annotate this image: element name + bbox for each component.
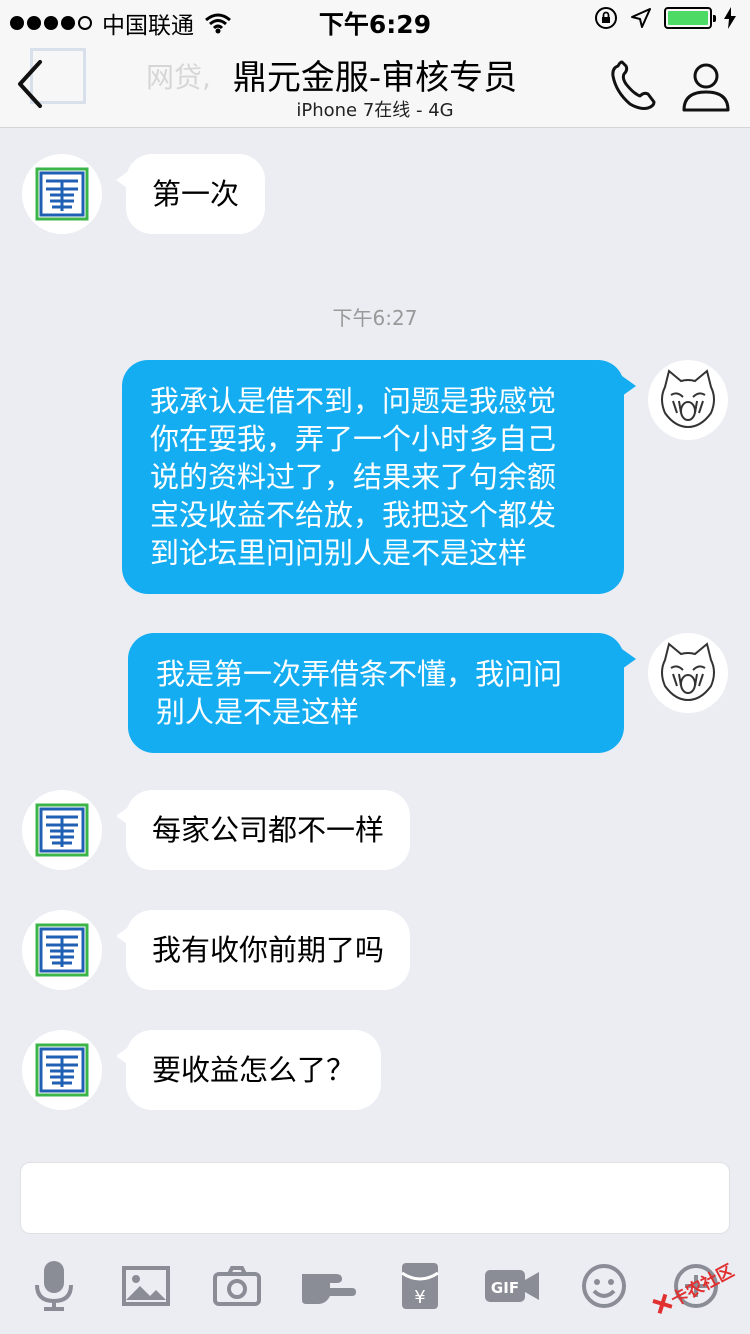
- message-line: 说的资料过了，结果来了句余额: [150, 460, 557, 494]
- contact-avatar[interactable]: [22, 910, 102, 990]
- company-logo-icon: [35, 923, 89, 977]
- message-bubble-outgoing[interactable]: 我是第一次弄借条不懂，我问问 别人是不是这样: [128, 633, 636, 753]
- message-line: 我是第一次弄借条不懂，我问问: [156, 657, 563, 691]
- message-text: 要收益怎么了？: [152, 1053, 356, 1087]
- message-bubble-incoming[interactable]: 每家公司都不一样: [115, 790, 411, 870]
- charging-bolt-icon: [724, 7, 736, 29]
- rotation-lock-icon: [595, 7, 617, 29]
- status-bar: 中国联通 下午6:29: [0, 0, 750, 40]
- message-input[interactable]: [20, 1162, 730, 1234]
- message-bubble-outgoing[interactable]: 我承认是借不到，问题是我感觉 你在耍我，弄了一个小时多自己 说的资料过了，结果来…: [122, 360, 636, 594]
- poke-button[interactable]: [299, 1256, 359, 1316]
- svg-text:¥: ¥: [414, 1287, 425, 1308]
- microphone-icon: [35, 1261, 73, 1311]
- message-bubble-incoming[interactable]: 第一次: [115, 154, 266, 234]
- profile-button[interactable]: [678, 58, 734, 114]
- battery-icon: [664, 7, 716, 29]
- company-logo-icon: [35, 1043, 89, 1097]
- camera-icon: [213, 1266, 261, 1306]
- message-line: 到论坛里问问别人是不是这样: [150, 536, 528, 570]
- image-icon: [122, 1266, 170, 1306]
- input-toolbar: ¥ GIF: [0, 1248, 750, 1334]
- message-line: 别人是不是这样: [156, 695, 360, 729]
- red-packet-icon: ¥: [401, 1263, 439, 1309]
- contact-avatar[interactable]: [22, 1030, 102, 1110]
- user-avatar[interactable]: [648, 360, 728, 440]
- message-line: 宝没收益不给放，我把这个都发: [150, 498, 557, 532]
- cat-face-avatar-icon: [661, 642, 715, 702]
- poke-hand-icon: [302, 1274, 356, 1304]
- red-packet-button[interactable]: ¥: [390, 1256, 450, 1316]
- message-timestamp: 下午6:27: [332, 306, 418, 330]
- photo-button[interactable]: [116, 1256, 176, 1316]
- cat-face-avatar-icon: [661, 369, 715, 429]
- contact-avatar[interactable]: [22, 790, 102, 870]
- status-right: [594, 6, 736, 30]
- gif-label: GIF: [491, 1279, 519, 1297]
- camera-button[interactable]: [207, 1256, 267, 1316]
- message-bubble-incoming[interactable]: 我有收你前期了吗: [115, 910, 411, 990]
- voice-button[interactable]: [24, 1256, 84, 1316]
- message-text: 每家公司都不一样: [152, 813, 385, 847]
- message-line: 你在耍我，弄了一个小时多自己: [150, 422, 557, 456]
- location-arrow-icon: [631, 8, 651, 28]
- navigation-bar: 网贷, 鼎元金服-审核专员 iPhone 7在线 - 4G: [0, 40, 750, 128]
- emoji-button[interactable]: [574, 1256, 634, 1316]
- company-logo-icon: [35, 803, 89, 857]
- chat-message-list[interactable]: 第一次 下午6:27 我承认是借不到，问题是我感觉 你在耍我，弄了一个小时多自己…: [0, 129, 750, 1159]
- emoji-icon: [582, 1264, 626, 1308]
- message-line: 我承认是借不到，问题是我感觉: [150, 384, 557, 418]
- phone-icon[interactable]: [606, 58, 662, 114]
- contact-avatar[interactable]: [22, 154, 102, 234]
- message-text: 我有收你前期了吗: [152, 933, 385, 967]
- message-bubble-incoming[interactable]: 要收益怎么了？: [115, 1030, 382, 1110]
- company-logo-icon: [35, 167, 89, 221]
- gif-button[interactable]: GIF: [482, 1256, 542, 1316]
- gif-icon: GIF: [485, 1270, 539, 1302]
- user-avatar[interactable]: [648, 633, 728, 713]
- message-text: 第一次: [152, 177, 240, 211]
